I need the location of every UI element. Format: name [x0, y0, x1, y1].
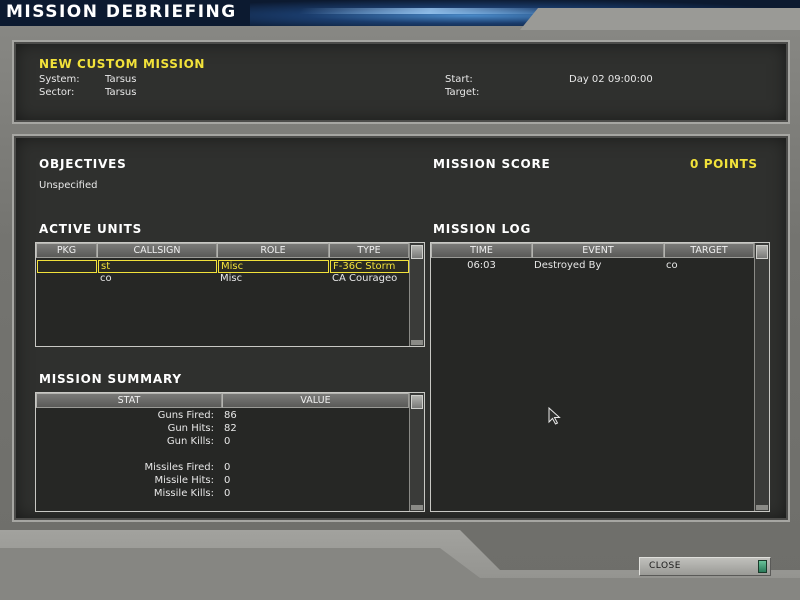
mission-summary-table: STAT VALUE Guns Fired: 86 Gun Hits: 82 G…	[35, 392, 425, 512]
stat-name: Guns Fired:	[157, 410, 214, 421]
stat-name: Missile Kills:	[153, 488, 214, 499]
close-button-label: CLOSE	[649, 561, 681, 571]
mission-log-table: TIME EVENT TARGET 06:03 Destroyed By co	[430, 242, 770, 512]
system-label: System:	[39, 74, 80, 85]
scrollbar-thumb[interactable]	[411, 245, 423, 259]
scrollbar-bottom-arrow[interactable]	[411, 340, 423, 345]
stat-value: 0	[224, 436, 231, 447]
column-header-type[interactable]: TYPE	[329, 243, 409, 258]
stat-name: Gun Hits:	[167, 423, 214, 434]
scrollbar-bottom-arrow[interactable]	[756, 505, 768, 510]
start-label: Start:	[445, 74, 473, 85]
active-units-table: PKG CALLSIGN ROLE TYPE st Misc F-36C Sto…	[35, 242, 425, 347]
log-time: 06:03	[467, 260, 496, 271]
scrollbar-bottom-arrow[interactable]	[411, 505, 423, 510]
sector-label: Sector:	[39, 87, 75, 98]
target-label: Target:	[445, 87, 480, 98]
stat-value: 0	[224, 488, 231, 499]
mission-log-scrollbar[interactable]	[754, 243, 769, 511]
mission-log-header: TIME EVENT TARGET	[431, 243, 754, 258]
log-target: co	[666, 260, 678, 271]
objectives-title: OBJECTIVES	[39, 157, 127, 171]
active-units-header: PKG CALLSIGN ROLE TYPE	[36, 243, 409, 258]
column-header-pkg[interactable]: PKG	[36, 243, 97, 258]
mission-summary-scrollbar[interactable]	[409, 393, 424, 511]
unit-callsign: st	[98, 260, 217, 273]
mission-summary-title: MISSION SUMMARY	[39, 372, 182, 386]
stat-value: 0	[224, 475, 231, 486]
close-indicator-light	[758, 560, 767, 573]
scrollbar-thumb[interactable]	[411, 395, 423, 409]
unit-pkg	[37, 273, 97, 286]
mission-name: NEW CUSTOM MISSION	[39, 57, 206, 71]
unit-callsign: co	[100, 273, 112, 284]
unit-role: Misc	[220, 273, 243, 284]
title-bar-streak	[298, 8, 562, 14]
active-units-title: ACTIVE UNITS	[39, 222, 143, 236]
column-header-time[interactable]: TIME	[431, 243, 532, 258]
mission-log-title: MISSION LOG	[433, 222, 532, 236]
unit-type: CA Courageo	[332, 273, 398, 284]
column-header-value[interactable]: VALUE	[222, 393, 409, 408]
unit-pkg	[37, 260, 97, 273]
mission-summary-header: STAT VALUE	[36, 393, 409, 408]
unit-type: F-36C Storm	[330, 260, 409, 273]
stat-value: 86	[224, 410, 237, 421]
unit-row[interactable]: st Misc F-36C Storm	[36, 260, 409, 273]
active-units-scrollbar[interactable]	[409, 243, 424, 346]
close-button[interactable]: CLOSE	[639, 557, 771, 576]
unit-role: Misc	[218, 260, 329, 273]
mission-score-value: 0 POINTS	[690, 157, 758, 171]
stat-name: Gun Kills:	[166, 436, 214, 447]
column-header-callsign[interactable]: CALLSIGN	[97, 243, 217, 258]
mouse-cursor-icon	[548, 407, 561, 425]
stat-value: 0	[224, 462, 231, 473]
log-row[interactable]: 06:03 Destroyed By co	[431, 260, 754, 273]
mission-score-title: MISSION SCORE	[433, 157, 551, 171]
log-event: Destroyed By	[534, 260, 602, 271]
column-header-stat[interactable]: STAT	[36, 393, 222, 408]
unit-row[interactable]: co Misc CA Courageo	[36, 273, 409, 286]
column-header-role[interactable]: ROLE	[217, 243, 329, 258]
start-value: Day 02 09:00:00	[569, 74, 653, 85]
objectives-text: Unspecified	[39, 180, 98, 191]
column-header-target[interactable]: TARGET	[664, 243, 754, 258]
stat-name: Missile Hits:	[154, 475, 214, 486]
sector-value: Tarsus	[105, 87, 137, 98]
scrollbar-thumb[interactable]	[756, 245, 768, 259]
column-header-event[interactable]: EVENT	[532, 243, 664, 258]
stat-value: 82	[224, 423, 237, 434]
window-title: MISSION DEBRIEFING	[6, 2, 237, 22]
system-value: Tarsus	[105, 74, 137, 85]
stat-name: Missiles Fired:	[144, 462, 215, 473]
mission-header-panel: NEW CUSTOM MISSION System: Tarsus Sector…	[12, 40, 790, 124]
